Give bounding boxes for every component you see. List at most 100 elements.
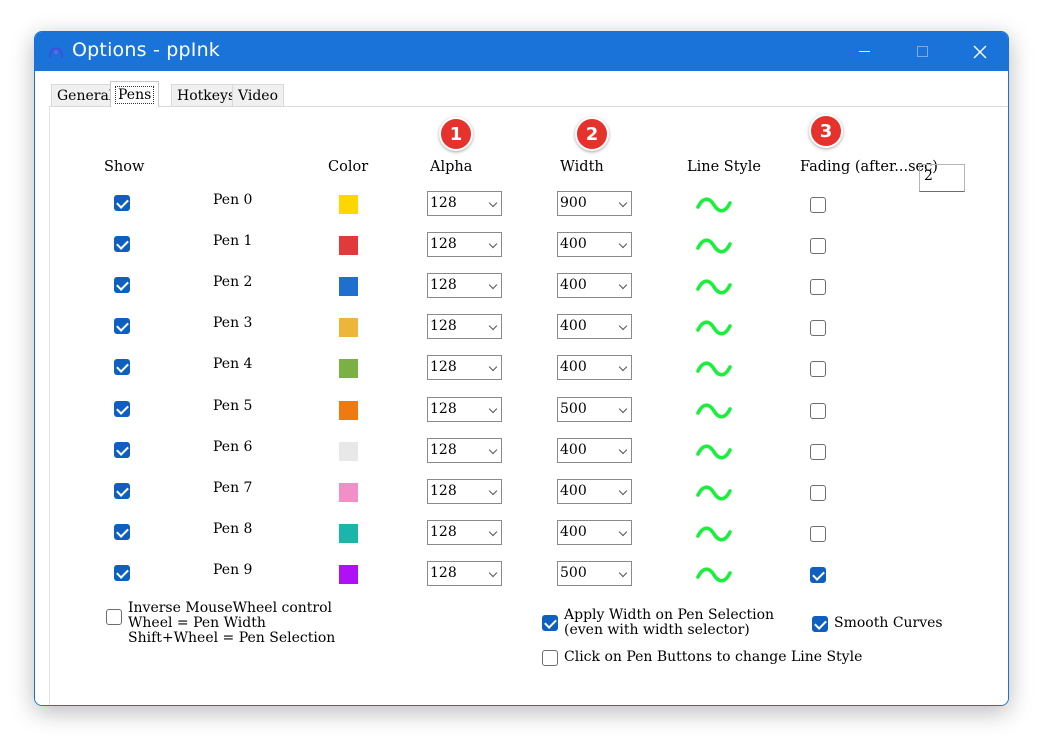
pen-width-select[interactable]: 400: [557, 479, 632, 504]
tab-pens[interactable]: Pens: [110, 81, 160, 107]
pen-alpha-value: 128: [430, 236, 457, 252]
chevron-down-icon: [618, 198, 628, 208]
line-style-wave-icon[interactable]: [695, 236, 733, 256]
pen-show-checkbox[interactable]: [114, 359, 130, 375]
pen-fading-checkbox[interactable]: [810, 485, 826, 501]
pen-color-swatch[interactable]: [339, 277, 358, 296]
chevron-down-icon: [618, 239, 628, 249]
pen-show-checkbox[interactable]: [114, 318, 130, 334]
close-icon: [973, 45, 987, 58]
line-style-wave-icon[interactable]: [695, 483, 733, 503]
annotation-badge-2: 2: [575, 117, 609, 151]
inverse-wheel-checkbox[interactable]: [106, 609, 122, 625]
line-style-wave-icon[interactable]: [695, 359, 733, 379]
pen-width-select[interactable]: 500: [557, 561, 632, 586]
title-bar[interactable]: Options - ppInk: [35, 32, 1008, 71]
line-style-wave-icon[interactable]: [695, 277, 733, 297]
line-style-wave-icon[interactable]: [695, 195, 733, 215]
pen-color-swatch[interactable]: [339, 195, 358, 214]
pen-alpha-value: 128: [430, 483, 457, 499]
tab-video[interactable]: Video: [232, 84, 285, 106]
pen-width-value: 900: [560, 195, 587, 211]
maximize-button[interactable]: [893, 32, 951, 71]
line-style-wave-icon[interactable]: [695, 442, 733, 462]
pen-color-swatch[interactable]: [339, 236, 358, 255]
pen-alpha-select[interactable]: 128: [427, 232, 502, 257]
pen-width-select[interactable]: 400: [557, 438, 632, 463]
pen-alpha-select[interactable]: 128: [427, 397, 502, 422]
minimize-button[interactable]: [835, 32, 893, 71]
line-style-wave-icon[interactable]: [695, 401, 733, 421]
pen-show-checkbox[interactable]: [114, 277, 130, 293]
pen-alpha-value: 128: [430, 524, 457, 540]
apply-width-checkbox[interactable]: [542, 615, 558, 631]
pen-width-select[interactable]: 400: [557, 273, 632, 298]
client-area: General Pens Hotkeys Video 1 2 3 Show Co…: [35, 71, 1008, 705]
pen-label: Pen 8: [213, 521, 253, 537]
pen-fading-checkbox[interactable]: [810, 567, 826, 583]
pen-width-select[interactable]: 400: [557, 232, 632, 257]
close-button[interactable]: [951, 32, 1008, 71]
inverse-wheel-label-line3: Shift+Wheel = Pen Selection: [128, 630, 336, 646]
pen-alpha-select[interactable]: 128: [427, 355, 502, 380]
pen-show-checkbox[interactable]: [114, 565, 130, 581]
pen-color-swatch[interactable]: [339, 442, 358, 461]
tab-page-border: [49, 107, 50, 705]
pen-show-checkbox[interactable]: [114, 401, 130, 417]
pen-alpha-select[interactable]: 128: [427, 273, 502, 298]
line-style-wave-icon[interactable]: [695, 318, 733, 338]
pen-fading-checkbox[interactable]: [810, 526, 826, 542]
pen-alpha-select[interactable]: 128: [427, 438, 502, 463]
pen-width-select[interactable]: 500: [557, 397, 632, 422]
pen-fading-checkbox[interactable]: [810, 238, 826, 254]
pen-show-checkbox[interactable]: [114, 442, 130, 458]
pen-alpha-value: 128: [430, 318, 457, 334]
pen-show-checkbox[interactable]: [114, 236, 130, 252]
tab-strip-divider: [49, 106, 1008, 107]
pen-show-checkbox[interactable]: [114, 524, 130, 540]
pen-width-select[interactable]: 400: [557, 314, 632, 339]
pen-alpha-select[interactable]: 128: [427, 191, 502, 216]
tab-hotkeys[interactable]: Hotkeys: [171, 84, 242, 106]
pen-alpha-value: 128: [430, 359, 457, 375]
chevron-down-icon: [488, 404, 498, 414]
chevron-down-icon: [618, 321, 628, 331]
click-pen-buttons-label: Click on Pen Buttons to change Line Styl…: [564, 649, 863, 665]
smooth-curves-checkbox[interactable]: [812, 616, 828, 632]
pen-show-checkbox[interactable]: [114, 483, 130, 499]
line-style-wave-icon[interactable]: [695, 524, 733, 544]
pen-color-swatch[interactable]: [339, 359, 358, 378]
pen-width-select[interactable]: 400: [557, 355, 632, 380]
pen-fading-checkbox[interactable]: [810, 361, 826, 377]
pen-alpha-select[interactable]: 128: [427, 561, 502, 586]
pen-fading-checkbox[interactable]: [810, 279, 826, 295]
pen-color-swatch[interactable]: [339, 318, 358, 337]
pen-alpha-select[interactable]: 128: [427, 314, 502, 339]
tab-hotkeys-label: Hotkeys: [177, 87, 236, 104]
line-style-wave-icon[interactable]: [695, 565, 733, 585]
annotation-badge-1: 1: [439, 117, 473, 151]
pen-label: Pen 7: [213, 480, 253, 496]
pen-fading-checkbox[interactable]: [810, 197, 826, 213]
fading-seconds-input[interactable]: 2: [919, 164, 965, 192]
pen-show-checkbox[interactable]: [114, 195, 130, 211]
smooth-curves-label: Smooth Curves: [834, 615, 943, 631]
pen-fading-checkbox[interactable]: [810, 320, 826, 336]
pen-color-swatch[interactable]: [339, 565, 358, 584]
pen-alpha-select[interactable]: 128: [427, 479, 502, 504]
pen-fading-checkbox[interactable]: [810, 403, 826, 419]
pen-alpha-select[interactable]: 128: [427, 520, 502, 545]
pen-width-value: 500: [560, 565, 587, 581]
pen-alpha-value: 128: [430, 277, 457, 293]
pen-width-select[interactable]: 900: [557, 191, 632, 216]
maximize-icon: [916, 46, 928, 57]
click-pen-buttons-checkbox[interactable]: [542, 650, 558, 666]
inverse-wheel-label-line1: Inverse MouseWheel control: [128, 600, 333, 616]
pen-fading-checkbox[interactable]: [810, 444, 826, 460]
pen-label: Pen 4: [213, 356, 253, 372]
window-title: Options - ppInk: [72, 39, 221, 61]
pen-color-swatch[interactable]: [339, 524, 358, 543]
pen-color-swatch[interactable]: [339, 401, 358, 420]
pen-width-select[interactable]: 400: [557, 520, 632, 545]
pen-color-swatch[interactable]: [339, 483, 358, 502]
